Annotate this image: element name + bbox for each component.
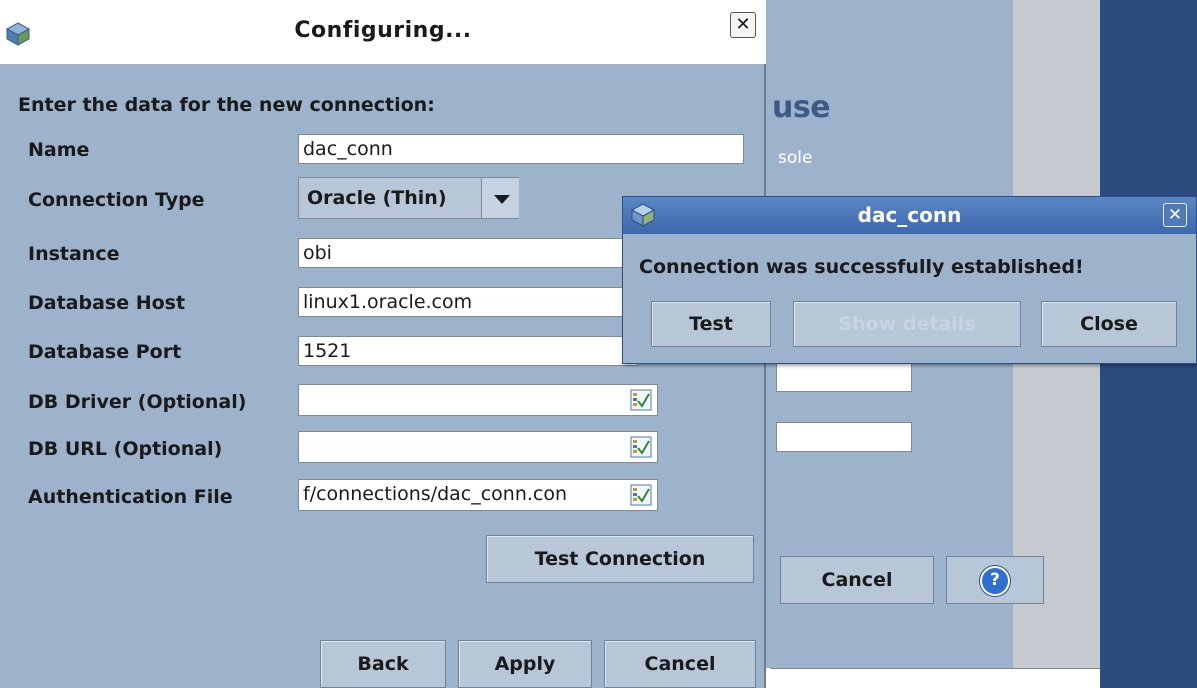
test-connection-button[interactable]: Test Connection	[486, 535, 754, 583]
db-host-label: Database Host	[28, 292, 186, 314]
instance-label: Instance	[28, 243, 120, 265]
db-driver-picker-icon[interactable]	[630, 389, 652, 411]
connection-result-popup: dac_conn ✕ Connection was successfully e…	[622, 196, 1197, 364]
show-details-button: Show details	[793, 301, 1021, 347]
popup-test-button[interactable]: Test	[651, 301, 771, 347]
db-host-field[interactable]: linux1.oracle.com	[298, 287, 638, 317]
db-url-label: DB URL (Optional)	[28, 438, 223, 460]
connection-type-value: Oracle (Thin)	[307, 187, 447, 209]
auth-file-field[interactable]: f/connections/dac_conn.con	[298, 479, 658, 511]
instance-field[interactable]: obi	[298, 238, 638, 268]
db-port-label: Database Port	[28, 341, 182, 363]
connection-type-label: Connection Type	[28, 189, 205, 211]
dialog-prompt: Enter the data for the new connection:	[18, 94, 435, 116]
chevron-down-icon	[494, 195, 510, 204]
popup-close-text-button[interactable]: Close	[1041, 301, 1177, 347]
popup-close-button[interactable]: ✕	[1163, 203, 1187, 227]
auth-file-label: Authentication File	[28, 486, 233, 508]
db-url-picker-icon[interactable]	[630, 436, 652, 458]
close-icon: ✕	[1167, 205, 1183, 225]
success-message: Connection was successfully established!	[639, 256, 1084, 278]
name-label: Name	[28, 139, 90, 161]
background-subheading: sole	[778, 148, 813, 168]
name-field[interactable]: dac_conn	[298, 134, 744, 164]
background-cancel-button[interactable]: Cancel	[780, 556, 934, 604]
dropdown-arrow-button[interactable]	[481, 178, 519, 218]
question-circle-icon: ?	[980, 566, 1010, 596]
background-heading: use	[772, 90, 831, 125]
popup-title: dac_conn	[857, 203, 962, 227]
background-field-2[interactable]	[776, 422, 912, 452]
auth-file-picker-icon[interactable]	[630, 484, 652, 506]
connection-type-dropdown[interactable]: Oracle (Thin)	[298, 177, 519, 219]
db-driver-label: DB Driver (Optional)	[28, 391, 247, 413]
cancel-button[interactable]: Cancel	[604, 640, 756, 688]
back-button[interactable]: Back	[320, 640, 446, 688]
close-icon: ✕	[735, 14, 751, 35]
db-port-field[interactable]: 1521	[298, 336, 638, 366]
apply-button[interactable]: Apply	[458, 640, 592, 688]
db-driver-field[interactable]	[298, 384, 658, 416]
dialog-title: Configuring...	[294, 18, 472, 43]
dialog-close-button[interactable]: ✕	[730, 12, 756, 38]
background-field-1[interactable]	[776, 362, 912, 392]
background-bottom-field	[770, 668, 1100, 688]
db-url-field[interactable]	[298, 431, 658, 463]
background-help-button[interactable]: ?	[946, 556, 1044, 604]
